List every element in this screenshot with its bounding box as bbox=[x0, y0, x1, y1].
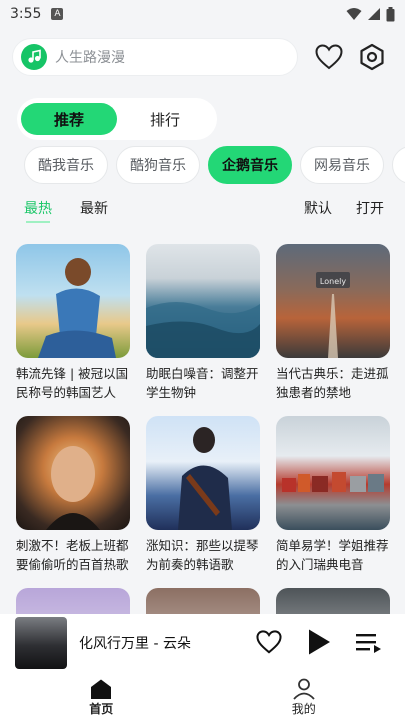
now-playing-title: 化风行万里 - 云朵 bbox=[79, 636, 191, 652]
playlist-card[interactable]: 助眠白噪音：调整开学生物钟 bbox=[146, 244, 260, 402]
signal-icon bbox=[368, 8, 380, 20]
playlist-cover bbox=[276, 416, 390, 530]
mode-toggle: 推荐 排行 bbox=[17, 98, 217, 140]
playlist-title: 当代古典乐：走进孤独患者的禁地 bbox=[276, 366, 389, 400]
playlist-card[interactable]: 简单易学！学姐推荐的入门瑞典电音 bbox=[276, 416, 390, 574]
playlist-title: 韩流先锋 | 被冠以国民称号的韩国艺人 bbox=[16, 366, 129, 400]
tab-recommend[interactable]: 推荐 bbox=[21, 103, 117, 135]
nav-home-label: 首页 bbox=[89, 701, 114, 716]
source-chip-kugou[interactable]: 酷狗音乐 bbox=[116, 146, 200, 184]
tab-ranking[interactable]: 排行 bbox=[117, 103, 213, 135]
source-chips: 酷我音乐 酷狗音乐 企鹅音乐 网易音乐 咪 bbox=[24, 146, 405, 184]
battery-icon bbox=[386, 6, 395, 21]
cover-text: Lonely bbox=[320, 277, 346, 286]
status-time: 3:55 bbox=[10, 6, 42, 22]
open-button[interactable]: 打开 bbox=[356, 198, 384, 218]
playlist-card[interactable]: Lonely 当代古典乐：走进孤独患者的禁地 bbox=[276, 244, 390, 402]
status-bar: 3:55 A bbox=[0, 0, 405, 28]
sort-default-button[interactable]: 默认 bbox=[304, 198, 332, 218]
queue-icon bbox=[356, 634, 381, 653]
gear-hexagon-icon bbox=[360, 43, 384, 71]
bottom-nav: 首页 我的 bbox=[0, 672, 405, 720]
home-icon bbox=[91, 679, 112, 699]
wifi-icon bbox=[346, 8, 362, 20]
mini-player[interactable]: 化风行万里 - 云朵 bbox=[0, 614, 405, 672]
heart-icon bbox=[315, 44, 343, 70]
settings-button[interactable] bbox=[357, 42, 387, 72]
notification-icon: A bbox=[51, 8, 64, 20]
playlist-cover: Lonely bbox=[276, 244, 390, 358]
playlist-title: 刺激不！老板上班都要偷偷听的百首热歌 bbox=[16, 538, 129, 572]
playlist-title: 涨知识：那些以提琴为前奏的韩语歌 bbox=[146, 538, 259, 572]
now-playing-cover[interactable] bbox=[15, 617, 67, 669]
user-icon bbox=[293, 678, 315, 700]
playlist-cover bbox=[146, 244, 260, 358]
sort-tab-hot[interactable]: 最热 bbox=[24, 198, 52, 223]
sort-tab-new[interactable]: 最新 bbox=[80, 198, 108, 218]
playlist-cover bbox=[16, 244, 130, 358]
play-button[interactable] bbox=[305, 626, 333, 658]
nav-home[interactable]: 首页 bbox=[0, 672, 203, 720]
sort-row: 最热 最新 默认 打开 bbox=[24, 196, 384, 223]
heart-icon bbox=[256, 630, 282, 654]
playlist-card[interactable]: 韩流先锋 | 被冠以国民称号的韩国艺人 bbox=[16, 244, 130, 402]
source-chip-qq[interactable]: 企鹅音乐 bbox=[208, 146, 292, 184]
source-chip-netease[interactable]: 网易音乐 bbox=[300, 146, 384, 184]
play-icon bbox=[309, 629, 330, 655]
playlist-cover bbox=[146, 416, 260, 530]
nav-mine[interactable]: 我的 bbox=[203, 672, 405, 720]
playlist-card[interactable]: 涨知识：那些以提琴为前奏的韩语歌 bbox=[146, 416, 260, 574]
nav-mine-label: 我的 bbox=[291, 701, 316, 716]
playlist-title: 助眠白噪音：调整开学生物钟 bbox=[146, 366, 259, 400]
playlist-title: 简单易学！学姐推荐的入门瑞典电音 bbox=[276, 538, 389, 572]
source-chip-kuwo[interactable]: 酷我音乐 bbox=[24, 146, 108, 184]
search-input[interactable]: 人生路漫漫 bbox=[55, 47, 125, 67]
playlist-card[interactable]: 刺激不！老板上班都要偷偷听的百首热歌 bbox=[16, 416, 130, 574]
source-chip-migu[interactable]: 咪 bbox=[392, 146, 405, 184]
favorite-song-button[interactable] bbox=[255, 626, 283, 658]
app-logo-icon bbox=[21, 44, 47, 70]
status-icons bbox=[346, 6, 395, 22]
playlist-cover bbox=[16, 416, 130, 530]
search-bar[interactable]: 人生路漫漫 bbox=[12, 38, 298, 76]
playlist-queue-button[interactable] bbox=[355, 626, 383, 658]
favorites-button[interactable] bbox=[314, 42, 344, 72]
